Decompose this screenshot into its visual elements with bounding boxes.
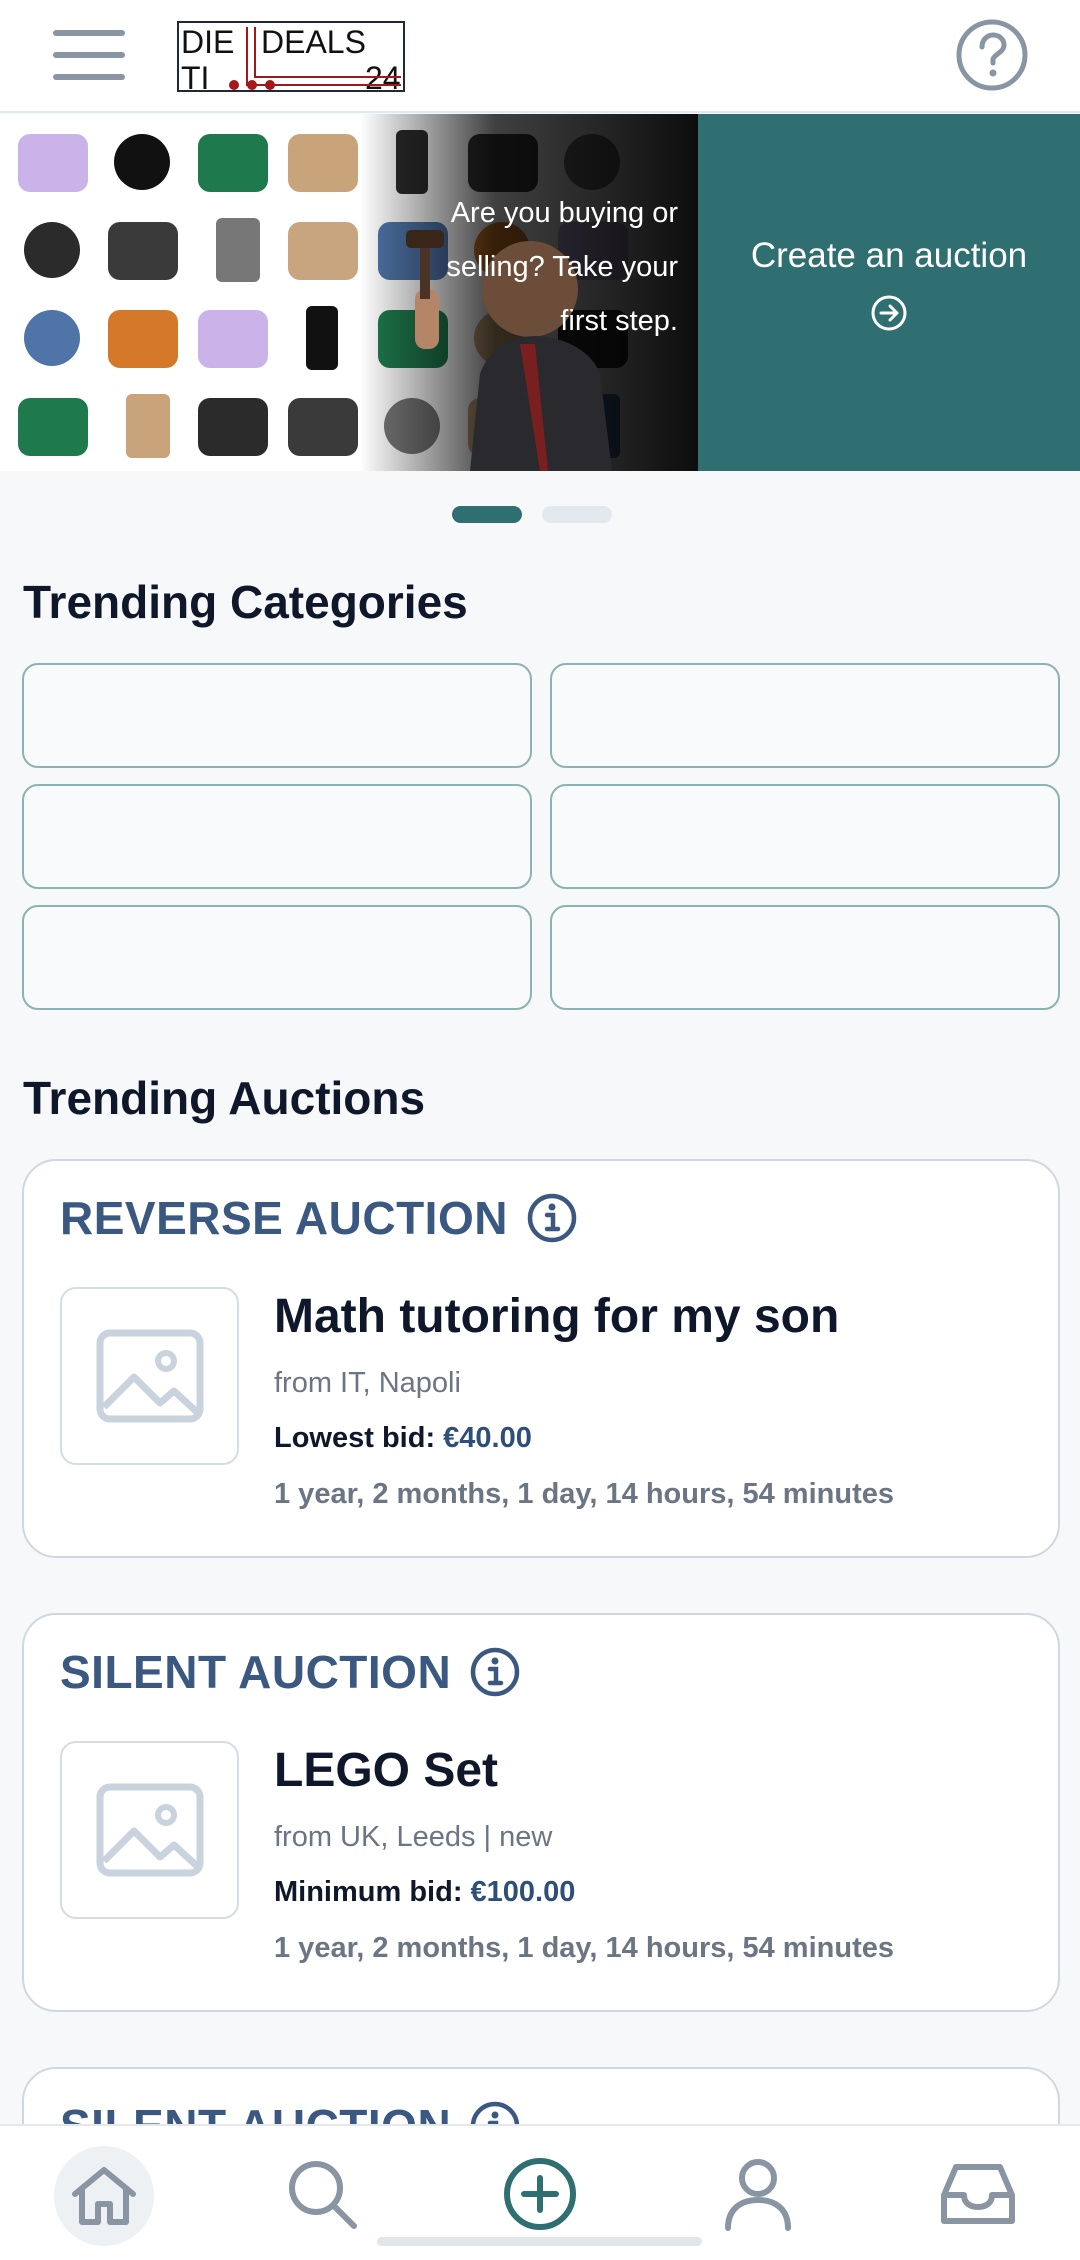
search-icon	[289, 2161, 357, 2229]
home-indicator	[377, 2237, 702, 2246]
carousel-indicator	[452, 506, 612, 523]
svg-text:DEALS: DEALS	[261, 24, 366, 60]
nav-home[interactable]	[48, 2126, 160, 2260]
bike-thumbnail	[198, 398, 268, 456]
watch-thumbnail	[114, 134, 170, 190]
svg-text:DIE: DIE	[181, 24, 234, 60]
auction-location: from IT, Napoli	[274, 1367, 461, 1399]
jeans-thumbnail	[198, 310, 268, 368]
tablet-thumbnail	[126, 394, 170, 458]
auction-type-label: REVERSE AUCTION	[60, 1191, 578, 1245]
auction-type-text: REVERSE AUCTION	[60, 1192, 508, 1244]
image-icon	[96, 1783, 203, 1877]
auction-bid: Minimum bid: €100.00	[274, 1876, 575, 1909]
category-tile[interactable]	[550, 784, 1060, 889]
auction-title: LEGO Set	[274, 1744, 499, 1797]
laptop-thumbnail	[18, 134, 88, 192]
category-tile[interactable]	[550, 663, 1060, 768]
question-circle-icon	[956, 19, 1028, 91]
auction-time-left: 1 year, 2 months, 1 day, 14 hours, 54 mi…	[274, 1478, 894, 1510]
banner-image: Are you buying or selling? Take your fir…	[0, 114, 698, 471]
trending-auctions-title: Trending Auctions	[23, 1072, 426, 1124]
auction-card[interactable]: REVERSE AUCTION Math tutoring for my son…	[22, 1159, 1060, 1558]
nav-inbox[interactable]	[928, 2126, 1028, 2260]
nav-profile[interactable]	[708, 2126, 808, 2260]
category-grid	[22, 663, 1060, 1010]
tablet-thumbnail	[216, 218, 260, 282]
category-tile[interactable]	[550, 905, 1060, 1010]
sweater-thumbnail	[288, 398, 358, 456]
shirt-thumbnail	[198, 134, 268, 192]
banner-tagline: Are you buying or selling? Take your fir…	[446, 197, 678, 337]
create-auction-button[interactable]: Create an auction	[698, 114, 1080, 471]
watch-thumbnail	[24, 310, 80, 366]
camera-thumbnail	[24, 222, 80, 278]
info-icon[interactable]	[469, 1646, 521, 1698]
user-icon	[725, 2159, 791, 2231]
carousel-dot-1[interactable]	[452, 506, 522, 523]
image-icon	[96, 1329, 203, 1423]
create-auction-label: Create an auction	[750, 235, 1028, 275]
bid-label: Minimum bid:	[274, 1876, 471, 1908]
top-app-bar: DIE DEALS TI 24	[0, 0, 1080, 113]
info-icon[interactable]	[526, 1192, 578, 1244]
chair-thumbnail	[18, 398, 88, 456]
category-tile[interactable]	[22, 663, 532, 768]
help-button[interactable]	[955, 18, 1029, 92]
plus-circle-icon	[504, 2158, 576, 2230]
auction-location: from UK, Leeds | new	[274, 1821, 553, 1853]
bid-amount: €100.00	[470, 1876, 576, 1908]
bike-thumbnail	[288, 222, 358, 280]
auction-time-left: 1 year, 2 months, 1 day, 14 hours, 54 mi…	[274, 1932, 894, 1964]
hamburger-icon[interactable]	[53, 28, 125, 82]
auction-type-text: SILENT AUCTION	[60, 1646, 452, 1698]
category-tile[interactable]	[22, 905, 532, 1010]
inbox-icon	[941, 2164, 1015, 2224]
arrow-right-circle-icon	[871, 295, 907, 330]
auction-card[interactable]: SILENT AUCTION LEGO Set from UK, Leeds |…	[22, 1613, 1060, 2012]
phone-thumbnail	[306, 306, 338, 370]
auction-title: Math tutoring for my son	[274, 1290, 840, 1343]
trending-categories-title: Trending Categories	[23, 576, 468, 628]
shirt-thumbnail	[108, 310, 178, 368]
carousel-dot-2[interactable]	[542, 506, 612, 523]
jeans-thumbnail	[288, 134, 358, 192]
nav-search[interactable]	[272, 2126, 372, 2260]
bid-label: Lowest bid:	[274, 1422, 444, 1454]
svg-text:TI: TI	[181, 60, 209, 92]
auction-type-label: SILENT AUCTION	[60, 1645, 521, 1699]
app-logo[interactable]: DIE DEALS TI 24	[177, 21, 405, 92]
home-icon	[72, 2167, 136, 2225]
auction-bid: Lowest bid: €40.00	[274, 1422, 532, 1455]
chair-thumbnail	[108, 222, 178, 280]
image-placeholder	[60, 1741, 239, 1919]
category-tile[interactable]	[22, 784, 532, 889]
image-placeholder	[60, 1287, 239, 1465]
promo-banner[interactable]: Are you buying or selling? Take your fir…	[0, 114, 1080, 471]
bid-amount: €40.00	[443, 1422, 532, 1454]
